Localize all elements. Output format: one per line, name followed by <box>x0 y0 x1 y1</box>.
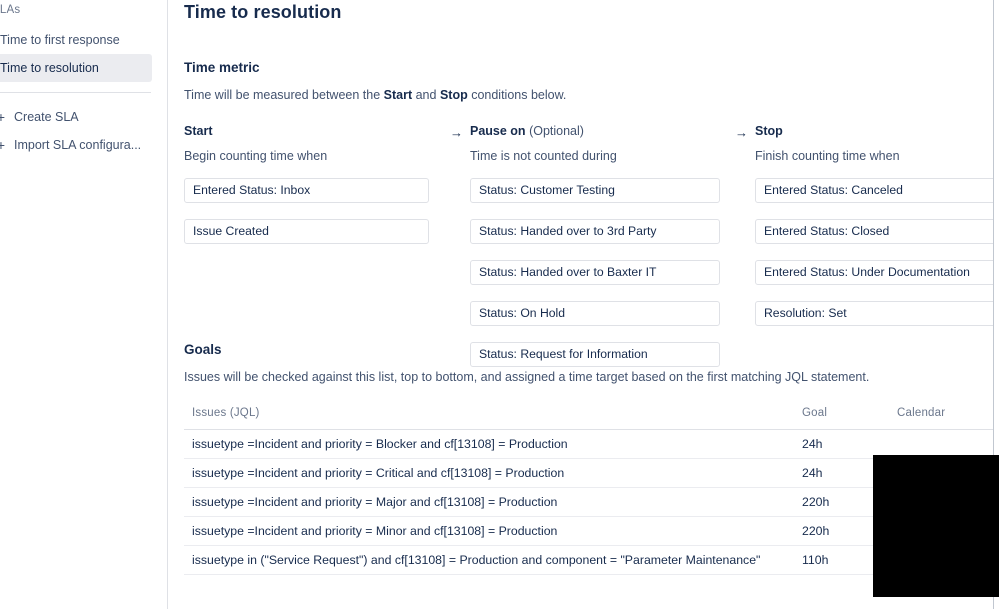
time-metric-desc-mid: and <box>412 88 440 102</box>
sidebar-heading: SLAs <box>0 4 21 16</box>
pause-on-optional-label: (Optional) <box>529 124 584 138</box>
pause-condition-item[interactable]: Status: Handed over to Baxter IT <box>470 260 720 285</box>
app-root: SLAs Time to first response Time to reso… <box>0 0 999 609</box>
start-column-title: Start <box>184 124 213 138</box>
time-metric-desc-start: Start <box>383 88 413 102</box>
goal-jql-cell: issuetype =Incident and priority = Major… <box>184 487 794 517</box>
stop-condition-item[interactable]: Resolution: Set <box>755 301 993 326</box>
stop-column-title: Stop <box>755 124 783 138</box>
start-condition-list: Entered Status: Inbox Issue Created <box>184 178 429 244</box>
sidebar-item-time-to-resolution[interactable]: Time to resolution <box>0 54 152 82</box>
pause-on-column-subtitle: Time is not counted during <box>470 149 617 163</box>
sidebar-item-time-to-first-response[interactable]: Time to first response <box>0 26 152 54</box>
import-sla-label: Import SLA configura... <box>14 138 142 152</box>
time-metric-desc-prefix: Time will be measured between the <box>184 88 384 102</box>
pause-condition-item[interactable]: Status: Request for Information <box>470 342 720 367</box>
column-header-calendar[interactable]: Calendar <box>889 407 993 430</box>
sidebar: SLAs Time to first response Time to reso… <box>0 0 168 609</box>
goals-table-header-row: Issues (JQL) Goal Calendar <box>184 407 993 430</box>
pause-condition-item[interactable]: Status: On Hold <box>470 301 720 326</box>
stop-condition-list: Entered Status: Canceled Entered Status:… <box>755 178 993 326</box>
pause-on-column: Pause on (Optional) Time is not counted … <box>470 123 720 383</box>
goal-jql-cell: issuetype in ("Service Request") and cf[… <box>184 545 794 575</box>
stop-condition-item[interactable]: Entered Status: Canceled <box>755 178 993 203</box>
page-title: Time to resolution <box>184 2 342 22</box>
pause-condition-item[interactable]: Status: Handed over to 3rd Party <box>470 219 720 244</box>
pause-on-title-text: Pause on <box>470 124 526 138</box>
start-condition-item[interactable]: Entered Status: Inbox <box>184 178 429 203</box>
sidebar-divider <box>0 92 151 93</box>
stop-column-subtitle: Finish counting time when <box>755 149 900 163</box>
create-sla-label: Create SLA <box>14 110 79 124</box>
conditions-columns: Start Begin counting time when Entered S… <box>184 123 993 367</box>
pause-on-condition-list: Status: Customer Testing Status: Handed … <box>470 178 720 367</box>
pause-on-column-title: Pause on (Optional) <box>470 123 720 139</box>
column-header-goal[interactable]: Goal <box>794 407 889 430</box>
time-metric-desc-suffix: conditions below. <box>467 88 567 102</box>
time-metric-heading: Time metric <box>184 60 260 75</box>
goal-jql-cell: issuetype =Incident and priority = Block… <box>184 429 794 459</box>
goals-table-head: Issues (JQL) Goal Calendar <box>184 407 993 430</box>
sidebar-item-list: Time to first response Time to resolutio… <box>0 26 167 82</box>
plus-icon: + <box>0 138 8 152</box>
plus-icon: + <box>0 110 8 124</box>
arrow-right-icon: → <box>735 125 748 140</box>
goal-jql-cell: issuetype =Incident and priority = Minor… <box>184 516 794 546</box>
start-column-subtitle: Begin counting time when <box>184 149 328 163</box>
create-sla-button[interactable]: + Create SLA <box>0 103 167 131</box>
column-header-issues-jql[interactable]: Issues (JQL) <box>184 407 794 430</box>
main-content: Time to resolution Time metric Time will… <box>169 0 994 609</box>
goal-jql-cell: issuetype =Incident and priority = Criti… <box>184 458 794 488</box>
stop-condition-item[interactable]: Entered Status: Closed <box>755 219 993 244</box>
time-metric-description: Time will be measured between the Start … <box>184 87 993 103</box>
start-condition-item[interactable]: Issue Created <box>184 219 429 244</box>
stop-condition-item[interactable]: Entered Status: Under Documentation <box>755 260 993 285</box>
import-sla-configuration-button[interactable]: + Import SLA configura... <box>0 131 167 159</box>
arrow-right-icon: → <box>450 125 463 140</box>
redacted-calendar-region <box>873 455 999 597</box>
stop-column: Stop Finish counting time when Entered S… <box>755 123 993 342</box>
start-column: Start Begin counting time when Entered S… <box>184 123 429 260</box>
pause-condition-item[interactable]: Status: Customer Testing <box>470 178 720 203</box>
time-metric-desc-stop: Stop <box>439 88 468 102</box>
